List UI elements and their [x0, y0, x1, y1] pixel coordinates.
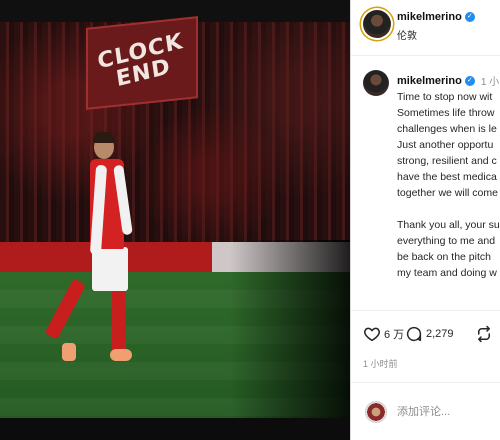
caption-username[interactable]: mikelmerino	[397, 75, 462, 87]
caption-line: be back on the pitch	[397, 251, 491, 263]
comment-count: 2,279	[426, 328, 454, 340]
post-timestamp[interactable]: 1 小时前	[363, 357, 398, 370]
caption-line: my team and doing w	[397, 267, 497, 279]
caption-line: Time to stop now wit	[397, 91, 493, 103]
author-username[interactable]: mikelmerino ✓	[397, 11, 475, 23]
caption-line: together we will come	[397, 187, 498, 199]
caption-text: Time to stop now wit Sometimes life thro…	[397, 89, 500, 281]
like-count: 6 万	[384, 329, 405, 341]
caption-line: Sometimes life throw	[397, 107, 495, 119]
caption-line: Just another opportu	[397, 139, 494, 151]
caption-line: challenges when is le	[397, 123, 497, 135]
like-button[interactable]: 6 万	[363, 325, 404, 343]
post-header: mikelmerino ✓ 伦敦	[351, 0, 500, 56]
caption-fade	[351, 286, 500, 310]
comment-input[interactable]	[397, 403, 493, 421]
caption-author: mikelmerino ✓ 1 小	[397, 73, 500, 89]
football-player	[44, 132, 140, 365]
banner-text: CLOCK END	[95, 29, 185, 93]
caption-line: Thank you all, your su	[397, 219, 500, 231]
verified-badge-icon: ✓	[464, 75, 475, 86]
comment-bubble-icon	[406, 326, 422, 342]
repost-button[interactable]	[475, 325, 493, 343]
caption-time: 1 小	[480, 77, 500, 88]
viewer-avatar	[365, 401, 387, 423]
caption-author-avatar[interactable]	[363, 70, 389, 96]
photo-vignette	[230, 240, 350, 440]
caption-line	[397, 201, 500, 217]
author-username-text[interactable]: mikelmerino	[397, 11, 462, 23]
caption-line: strong, resilient and c	[397, 155, 497, 167]
verified-badge-icon: ✓	[464, 12, 475, 22]
comment-button[interactable]: 2,279	[405, 325, 454, 343]
repost-icon	[478, 325, 490, 343]
add-comment-bar	[351, 382, 500, 440]
author-avatar[interactable]	[363, 10, 391, 38]
post-actions-bar: 6 万 2,279 1 小时前	[351, 310, 500, 382]
heart-icon	[364, 327, 380, 342]
photo-bottom-bar	[0, 418, 350, 440]
post-location[interactable]: 伦敦	[397, 27, 417, 42]
caption-line: everything to me and	[397, 235, 496, 247]
caption-line: have the best medica	[397, 171, 497, 183]
clock-end-banner: CLOCK END	[86, 16, 198, 110]
post-photo[interactable]: CLOCK END	[0, 0, 350, 440]
post-side-panel: mikelmerino ✓ 伦敦 mikelmerino ✓ 1 小 Time …	[350, 0, 500, 440]
